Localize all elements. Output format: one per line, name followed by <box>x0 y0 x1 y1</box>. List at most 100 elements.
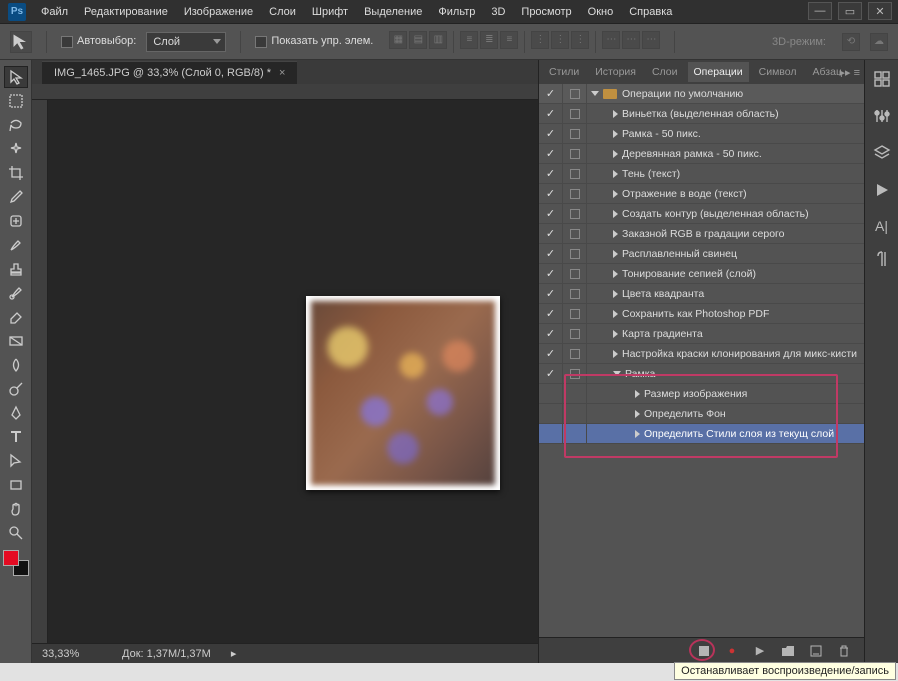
document-tab[interactable]: IMG_1465.JPG @ 33,3% (Слой 0, RGB/8) * × <box>42 61 297 84</box>
current-tool-icon[interactable] <box>10 31 32 53</box>
layers-icon[interactable] <box>873 144 891 165</box>
menu-help[interactable]: Справка <box>622 2 679 22</box>
action-row[interactable]: ✓Карта градиента <box>539 324 864 344</box>
action-row[interactable]: ✓Операции по умолчанию <box>539 84 864 104</box>
align-icon[interactable]: ≡ <box>460 31 478 49</box>
close-icon[interactable]: × <box>279 67 285 79</box>
action-row[interactable]: ✓Виньетка (выделенная область) <box>539 104 864 124</box>
tab-character[interactable]: Символ <box>753 62 803 82</box>
tool-wand[interactable] <box>4 138 28 160</box>
zoom-level[interactable]: 33,33% <box>42 648 102 660</box>
action-row[interactable]: ✓Сохранить как Photoshop PDF <box>539 304 864 324</box>
action-row[interactable]: Размер изображения <box>539 384 864 404</box>
paragraph-icon[interactable] <box>873 250 891 271</box>
action-row[interactable]: ✓Настройка краски клонирования для микс-… <box>539 344 864 364</box>
action-row[interactable]: ✓Заказной RGB в градации серого <box>539 224 864 244</box>
trash-icon[interactable] <box>836 643 852 659</box>
menu-filter[interactable]: Фильтр <box>431 2 482 22</box>
window-close[interactable]: ✕ <box>868 2 892 20</box>
tool-path-select[interactable] <box>4 450 28 472</box>
menu-image[interactable]: Изображение <box>177 2 260 22</box>
tool-hand[interactable] <box>4 498 28 520</box>
menu-type[interactable]: Шрифт <box>305 2 355 22</box>
tool-crop[interactable] <box>4 162 28 184</box>
canvas-stage[interactable] <box>48 100 538 643</box>
distribute-icon[interactable]: ⋯ <box>602 31 620 49</box>
action-row[interactable]: ✓Отражение в воде (текст) <box>539 184 864 204</box>
action-row[interactable]: Определить Фон <box>539 404 864 424</box>
align-icon[interactable]: ≣ <box>480 31 498 49</box>
color-swatches[interactable] <box>3 550 29 576</box>
foreground-color[interactable] <box>3 550 19 566</box>
menu-3d[interactable]: 3D <box>484 2 512 22</box>
menu-file[interactable]: Файл <box>34 2 75 22</box>
tool-shape[interactable] <box>4 474 28 496</box>
tool-move[interactable] <box>4 66 28 88</box>
tool-pen[interactable] <box>4 402 28 424</box>
menu-select[interactable]: Выделение <box>357 2 429 22</box>
tab-actions[interactable]: Операции <box>688 62 749 82</box>
tool-lasso[interactable] <box>4 114 28 136</box>
action-row[interactable]: ✓Создать контур (выделенная область) <box>539 204 864 224</box>
menu-layers[interactable]: Слои <box>262 2 303 22</box>
panel-menu-icon[interactable]: ▸▸ ≡ <box>839 66 860 79</box>
action-row[interactable]: ✓Рамка <box>539 364 864 384</box>
status-bar: 33,33% Док: 1,37M/1,37M ▸ <box>32 643 538 663</box>
action-row[interactable]: ✓Расплавленный свинец <box>539 244 864 264</box>
ruler-horizontal <box>32 84 538 100</box>
tool-zoom[interactable] <box>4 522 28 544</box>
swatches-icon[interactable] <box>873 70 891 91</box>
tool-eraser[interactable] <box>4 306 28 328</box>
tab-history[interactable]: История <box>589 62 642 82</box>
tool-eyedropper[interactable] <box>4 186 28 208</box>
tool-gradient[interactable] <box>4 330 28 352</box>
play-button[interactable]: ▶ <box>752 643 768 659</box>
action-row[interactable]: Определить Стили слоя из текущ слой <box>539 424 864 444</box>
action-row[interactable]: ✓Цвета квадранта <box>539 284 864 304</box>
new-action-icon[interactable] <box>808 643 824 659</box>
tool-blur[interactable] <box>4 354 28 376</box>
tab-layers[interactable]: Слои <box>646 62 684 82</box>
tool-history-brush[interactable] <box>4 282 28 304</box>
menu-view[interactable]: Просмотр <box>514 2 578 22</box>
action-row[interactable]: ✓Рамка - 50 пикс. <box>539 124 864 144</box>
align-icon[interactable]: ▤ <box>409 31 427 49</box>
distribute-icon[interactable]: ⋮ <box>531 31 549 49</box>
3d-icon[interactable]: ☁ <box>870 33 888 51</box>
character-icon[interactable]: A| <box>875 218 888 234</box>
window-minimize[interactable]: ― <box>808 2 832 20</box>
layer-dropdown[interactable]: Слой <box>146 32 226 52</box>
tool-marquee[interactable] <box>4 90 28 112</box>
tool-dodge[interactable] <box>4 378 28 400</box>
tool-brush[interactable] <box>4 234 28 256</box>
tool-heal[interactable] <box>4 210 28 232</box>
distribute-icon[interactable]: ⋮ <box>571 31 589 49</box>
new-set-icon[interactable] <box>780 643 796 659</box>
document-tab-label: IMG_1465.JPG @ 33,3% (Слой 0, RGB/8) * <box>54 67 271 79</box>
action-row[interactable]: ✓Деревянная рамка - 50 пикс. <box>539 144 864 164</box>
app-logo: Ps <box>8 3 26 21</box>
distribute-icon[interactable]: ⋯ <box>642 31 660 49</box>
distribute-icon[interactable]: ⋮ <box>551 31 569 49</box>
auto-select-checkbox[interactable]: Автовыбор: <box>61 35 136 47</box>
document-image[interactable] <box>306 296 500 490</box>
distribute-icon[interactable]: ⋯ <box>622 31 640 49</box>
tab-styles[interactable]: Стили <box>543 62 585 82</box>
action-row[interactable]: ✓Тонирование сепией (слой) <box>539 264 864 284</box>
menu-window[interactable]: Окно <box>581 2 621 22</box>
adjustments-icon[interactable] <box>873 107 891 128</box>
action-row[interactable]: ✓Тень (текст) <box>539 164 864 184</box>
show-controls-checkbox[interactable]: Показать упр. элем. <box>255 35 373 47</box>
play-panel-icon[interactable] <box>873 181 891 202</box>
align-icon[interactable]: ▦ <box>389 31 407 49</box>
chevron-right-icon[interactable]: ▸ <box>231 647 237 660</box>
window-maximize[interactable]: ▭ <box>838 2 862 20</box>
tool-type[interactable] <box>4 426 28 448</box>
3d-icon[interactable]: ⟲ <box>842 33 860 51</box>
align-icon[interactable]: ▥ <box>429 31 447 49</box>
auto-select-label: Автовыбор: <box>77 35 136 47</box>
menu-edit[interactable]: Редактирование <box>77 2 175 22</box>
record-button[interactable]: ● <box>724 643 740 659</box>
tool-stamp[interactable] <box>4 258 28 280</box>
align-icon[interactable]: ≡ <box>500 31 518 49</box>
